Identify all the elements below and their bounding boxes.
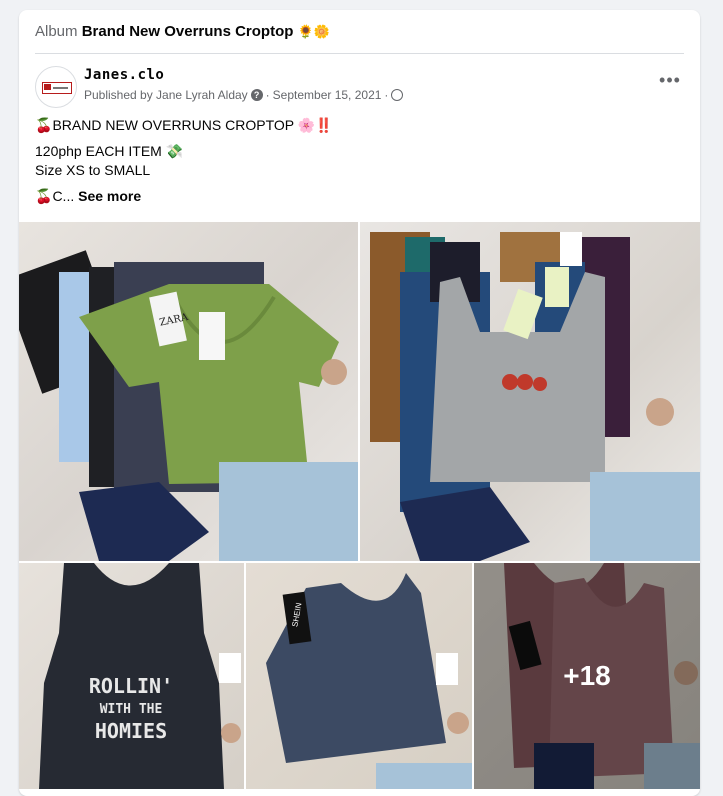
photo-1[interactable]: ZARA [19,222,358,561]
price-text: 120php EACH ITEM [35,143,162,159]
shirt-text-3: HOMIES [95,719,167,743]
page-avatar[interactable] [35,66,77,108]
page-name-link[interactable]: Janes.clo [84,67,164,83]
album-header: Album Brand New Overruns Croptop 🌻🌼 [35,22,684,54]
post-line-size: Size XS to SMALL [35,162,151,178]
alert-icon: ‼️ [315,117,333,133]
cherry-icon-2: 🍒 [35,188,53,204]
help-icon[interactable]: ? [250,89,263,101]
post-line-truncated: 🍒C... See more [35,187,675,206]
published-by[interactable]: Published by Jane Lyrah Alday [84,88,248,102]
cash-icon: 💸 [165,143,184,159]
post-text: 🍒BRAND NEW OVERRUNS CROPTOP 🌸‼️ 120php E… [35,116,675,206]
post-date-link[interactable]: September 15, 2021 [273,88,382,102]
album-title-link[interactable]: Brand New Overruns Croptop [82,23,294,40]
cherry-icon: 🍒 [35,117,53,133]
globe-icon [391,89,404,101]
post-header: Janes.clo Published by Jane Lyrah Alday … [35,66,684,110]
post-title-text: BRAND NEW OVERRUNS CROPTOP [52,117,294,133]
truncated-text: C... [52,188,75,204]
see-more-link[interactable]: See more [78,188,141,204]
album-prefix: Album [35,23,78,40]
more-options-icon[interactable]: ••• [656,70,684,98]
flower-icon: 🌸 [297,117,316,133]
photo-2[interactable] [360,222,700,561]
post-meta: Published by Jane Lyrah Alday ? · Septem… [84,88,404,102]
more-photos-count[interactable]: +18 [474,563,700,789]
photo-4[interactable]: SHEIN [246,563,472,789]
page-logo [42,82,72,94]
post-line-price: 120php EACH ITEM 💸 [35,142,675,161]
post-card: Album Brand New Overruns Croptop 🌻🌼 Jane… [19,10,700,796]
meta-separator: · [265,88,270,102]
post-line-title: 🍒BRAND NEW OVERRUNS CROPTOP 🌸‼️ [35,116,675,135]
photo-3[interactable]: ROLLIN' WITH THE HOMIES [19,563,244,789]
shirt-text-1: ROLLIN' [89,674,173,698]
meta-separator-2: · [384,88,389,102]
shirt-text-2: WITH THE [100,702,163,717]
photo-5-more[interactable]: +18 [474,563,700,789]
album-title-emojis: 🌻🌼 [297,24,330,39]
